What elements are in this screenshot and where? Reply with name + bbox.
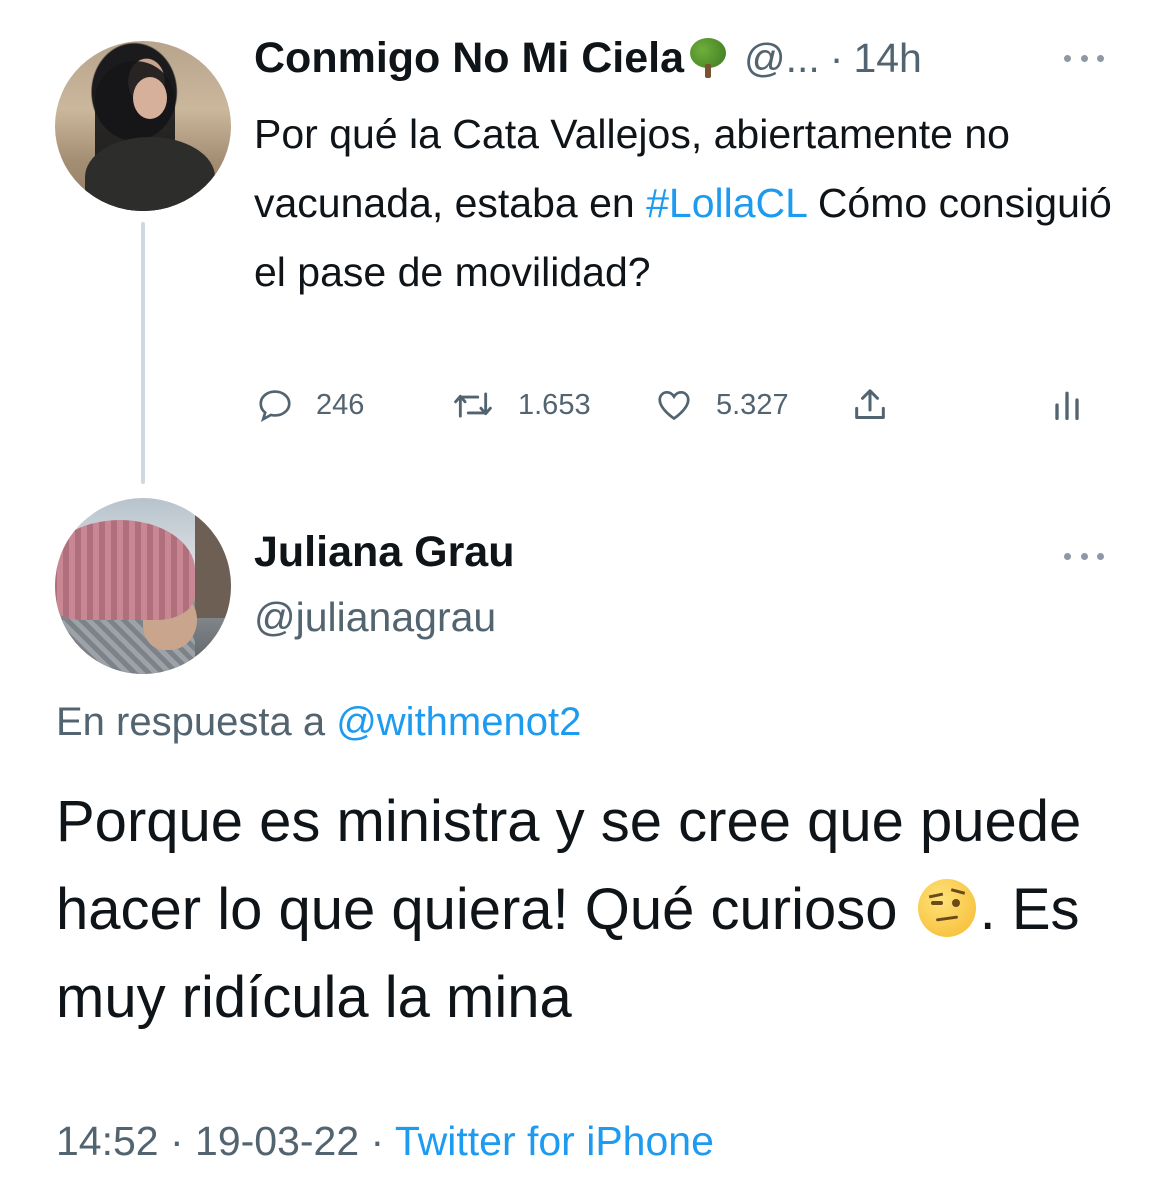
parent-tweet-text: Por qué la Cata Vallejos, abiertamente n… [254, 100, 1134, 307]
retweet-button[interactable]: 1.653 [450, 382, 591, 428]
raised-eyebrow-emoji-icon [917, 879, 976, 937]
like-count: 5.327 [716, 388, 789, 421]
retweet-icon [454, 392, 492, 418]
parent-handle[interactable]: @... [744, 35, 820, 82]
hashtag-link[interactable]: #LollaCL [646, 180, 806, 226]
reply-icon [259, 390, 291, 423]
reply-handle[interactable]: @julianagrau [254, 594, 496, 641]
analytics-icon [1055, 391, 1079, 420]
share-icon [855, 389, 885, 419]
share-button[interactable] [850, 382, 890, 428]
parent-display-name[interactable]: Conmigo No Mi Ciela [254, 34, 684, 83]
reply-display-name[interactable]: Juliana Grau [254, 528, 514, 577]
analytics-button[interactable] [1052, 382, 1082, 428]
replying-to-label: En respuesta a [56, 700, 337, 744]
tree-emoji-icon [688, 36, 728, 80]
more-options-icon[interactable] [1064, 53, 1104, 63]
tweet-action-bar: 246 1.653 5.327 [256, 382, 1096, 432]
like-button[interactable]: 5.327 [654, 382, 789, 428]
reply-button[interactable]: 246 [256, 382, 364, 428]
reply-mention-link[interactable]: @withmenot2 [336, 700, 581, 744]
thread-connector-line [141, 222, 145, 484]
replying-to-line: En respuesta a @withmenot2 [56, 700, 581, 745]
tweet-source-link[interactable]: Twitter for iPhone [395, 1118, 714, 1164]
tweet-detail-page: Conmigo No Mi Ciela @... · 14h Por qué l… [0, 0, 1164, 1200]
like-icon [658, 390, 690, 421]
avatar-juliana[interactable] [55, 498, 231, 674]
tweet-meta-footer: 14:52 · 19-03-22 · Twitter for iPhone [56, 1118, 714, 1165]
meta-separator: · [829, 34, 844, 81]
tweet-timestamp[interactable]: 14:52 · 19-03-22 · [56, 1118, 395, 1164]
more-options-icon[interactable] [1064, 551, 1104, 561]
retweet-count: 1.653 [518, 388, 591, 421]
parent-tweet-header: Conmigo No Mi Ciela @... · 14h [254, 30, 922, 86]
parent-timestamp[interactable]: 14h [853, 35, 921, 82]
reply-tweet-text: Porque es ministra y se cree que puede h… [56, 778, 1146, 1042]
reply-count: 246 [316, 388, 365, 421]
avatar-conmigo[interactable] [55, 41, 231, 211]
